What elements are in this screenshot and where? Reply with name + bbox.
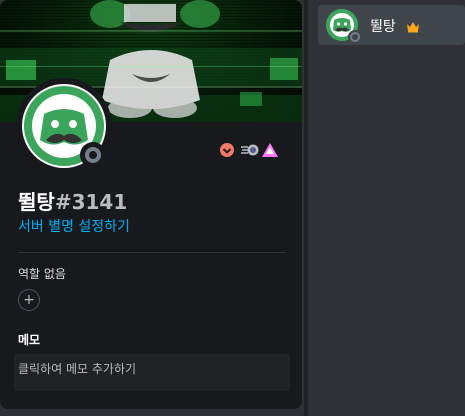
nitro-boost-badge-icon[interactable] — [240, 142, 259, 158]
offline-status-icon — [80, 142, 106, 168]
username: 뛸탕 — [18, 190, 55, 214]
panel-divider — [304, 0, 308, 416]
hypesquad-balance-badge-icon[interactable] — [219, 142, 235, 158]
roles-section-title: 역할 없음 — [18, 267, 66, 281]
memo-section-title: 메모 — [18, 333, 41, 347]
discriminator: #3141 — [54, 190, 128, 214]
memo-input[interactable]: 클릭하여 메모 추가하기 — [14, 354, 290, 391]
add-role-button[interactable]: + — [18, 289, 40, 311]
user-profile-popout: 뛸탕#3141 서버 별명 설정하기 역할 없음 + 메모 클릭하여 메모 추가… — [0, 0, 302, 409]
member-list-item[interactable]: 뛸탕 — [318, 5, 465, 45]
memo-placeholder: 클릭하여 메모 추가하기 — [18, 362, 137, 376]
early-supporter-badge-icon[interactable] — [261, 142, 278, 158]
profile-avatar[interactable] — [16, 78, 112, 174]
set-nickname-link[interactable]: 서버 별명 설정하기 — [18, 216, 130, 236]
member-name: 뛸탕 — [370, 19, 396, 35]
profile-username: 뛸탕#3141 — [18, 186, 127, 215]
profile-badges — [219, 141, 278, 159]
server-owner-crown-icon — [406, 18, 420, 37]
divider — [18, 252, 286, 253]
offline-status-icon — [348, 30, 362, 44]
